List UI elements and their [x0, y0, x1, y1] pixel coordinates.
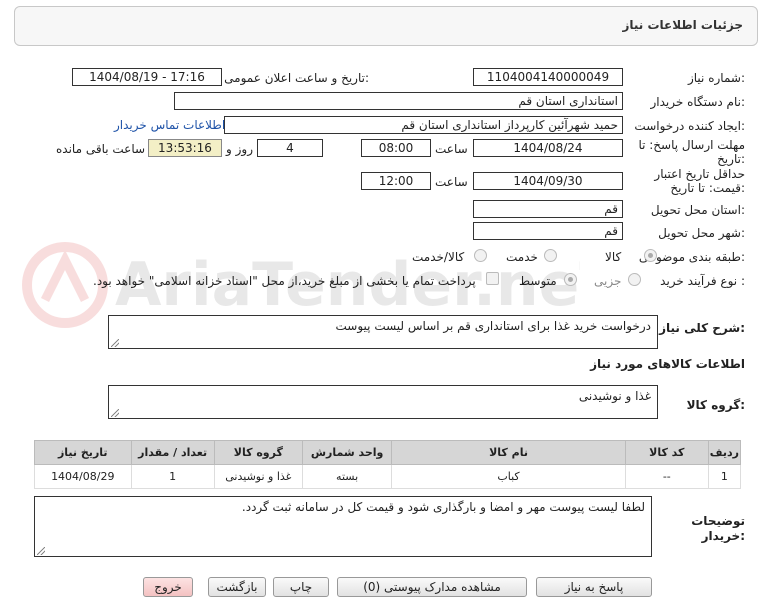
deadline-label: مهلت ارسال پاسخ: تا	[638, 138, 745, 152]
buyer-notes-text: لطفا لیست پیوست مهر و امضا و بارگذاری شو…	[241, 500, 645, 514]
province-label: استان محل تحویل:	[650, 203, 745, 217]
resize-handle-icon[interactable]	[37, 547, 45, 555]
deadline-date-field[interactable]: 1404/08/24	[473, 139, 623, 157]
resize-handle-icon[interactable]	[111, 409, 119, 417]
cell-date: 1404/08/29	[34, 464, 132, 489]
requester-label: ایجاد کننده درخواست:	[634, 119, 745, 133]
category-service-radio[interactable]	[544, 249, 557, 262]
category-goods-label: کالا	[605, 250, 622, 264]
buyer-notes-textarea[interactable]: لطفا لیست پیوست مهر و امضا و بارگذاری شو…	[34, 496, 652, 557]
cell-row: 1	[707, 464, 742, 489]
treasury-payment-checkbox[interactable]	[486, 272, 499, 285]
col-row: ردیف	[707, 440, 742, 465]
print-button[interactable]: چاپ	[273, 577, 329, 597]
col-group: گروه کالا	[213, 440, 303, 465]
category-goods-service-radio[interactable]	[474, 249, 487, 262]
goods-group-label: گروه کالا:	[686, 398, 745, 412]
need-number-label: شماره نیاز:	[687, 71, 745, 85]
deadline-time-field[interactable]: 08:00	[361, 139, 431, 157]
exit-button[interactable]: خروج	[143, 577, 193, 597]
description-textarea[interactable]: درخواست خرید غذا برای استانداری قم بر اس…	[108, 315, 658, 349]
city-field[interactable]: قم	[473, 222, 623, 240]
deadline-label-date: تاریخ:	[717, 152, 745, 166]
remaining-label: ساعت باقی مانده	[56, 142, 146, 156]
buyer-org-field[interactable]: استانداری استان قم	[174, 92, 623, 110]
cell-code: --	[624, 464, 709, 489]
validity-time-field[interactable]: 12:00	[361, 172, 431, 190]
col-date: تاریخ نیاز	[34, 440, 132, 465]
col-name: نام کالا	[391, 440, 626, 465]
cell-quantity: 1	[130, 464, 215, 489]
announce-field[interactable]: 1404/08/19 - 17:16	[72, 68, 222, 86]
remaining-time-field: 13:53:16	[148, 139, 222, 157]
resize-handle-icon[interactable]	[111, 339, 119, 347]
cell-name: کباب	[391, 464, 626, 489]
process-label: نوع فرآیند خرید :	[660, 274, 745, 288]
header-panel: جزئیات اطلاعات نیاز	[14, 6, 758, 46]
category-goods-radio[interactable]	[644, 249, 657, 262]
cell-group: غذا و نوشیدنی	[213, 464, 303, 489]
col-code: کد کالا	[624, 440, 709, 465]
days-field[interactable]: 4	[257, 139, 323, 157]
col-quantity: تعداد / مقدار	[130, 440, 215, 465]
process-minor-label: جزیی	[594, 274, 622, 288]
col-unit: واحد شمارش	[301, 440, 393, 465]
buyer-contact-link[interactable]: اطلاعات تماس خریدار	[114, 118, 225, 132]
city-label: شهر محل تحویل:	[658, 226, 745, 240]
province-field[interactable]: قم	[473, 200, 623, 218]
days-label: روز و	[226, 142, 253, 156]
description-text: درخواست خرید غذا برای استانداری قم بر اس…	[335, 319, 652, 333]
description-label: شرح کلی نیاز:	[659, 321, 745, 335]
validity-label: حداقل تاریخ اعتبار	[654, 167, 745, 181]
process-medium-radio[interactable]	[564, 273, 577, 286]
goods-section-title: اطلاعات کالاهای مورد نیاز	[590, 357, 745, 371]
page-title: جزئیات اطلاعات نیاز	[622, 18, 743, 32]
need-number-field[interactable]: 1104004140000049	[473, 68, 623, 86]
process-minor-radio[interactable]	[628, 273, 641, 286]
goods-group-text: غذا و نوشیدنی	[578, 389, 651, 403]
table-header-row: ردیف کد کالا نام کالا واحد شمارش گروه کا…	[34, 440, 742, 465]
requester-field[interactable]: حمید شهرآئین کارپرداز استانداری استان قم	[224, 116, 623, 134]
category-goods-service-label: کالا/خدمت	[412, 250, 465, 264]
goods-table: ردیف کد کالا نام کالا واحد شمارش گروه کا…	[34, 440, 742, 489]
validity-label-date: قیمت: تا تاریخ:	[670, 181, 745, 195]
process-medium-label: متوسط	[519, 274, 557, 288]
table-row: 1 -- کباب بسته غذا و نوشیدنی 1 1404/08/2…	[34, 464, 742, 489]
goods-group-textarea[interactable]: غذا و نوشیدنی	[108, 385, 658, 419]
cell-unit: بسته	[301, 464, 393, 489]
announce-label: تاریخ و ساعت اعلان عمومی:	[224, 71, 369, 85]
buyer-notes-label: توضیحات	[691, 514, 745, 528]
buyer-notes-label-2: خریدار:	[701, 529, 745, 543]
category-service-label: خدمت	[506, 250, 538, 264]
view-attachments-button[interactable]: مشاهده مدارک پیوستی (0)	[337, 577, 527, 597]
validity-date-field[interactable]: 1404/09/30	[473, 172, 623, 190]
back-button[interactable]: بازگشت	[208, 577, 266, 597]
validity-time-label: ساعت	[435, 175, 468, 189]
deadline-time-label: ساعت	[435, 142, 468, 156]
treasury-payment-note: پرداخت تمام یا بخشی از مبلغ خرید،از محل …	[93, 274, 476, 288]
buyer-org-label: نام دستگاه خریدار:	[650, 95, 746, 109]
respond-button[interactable]: پاسخ به نیاز	[536, 577, 652, 597]
